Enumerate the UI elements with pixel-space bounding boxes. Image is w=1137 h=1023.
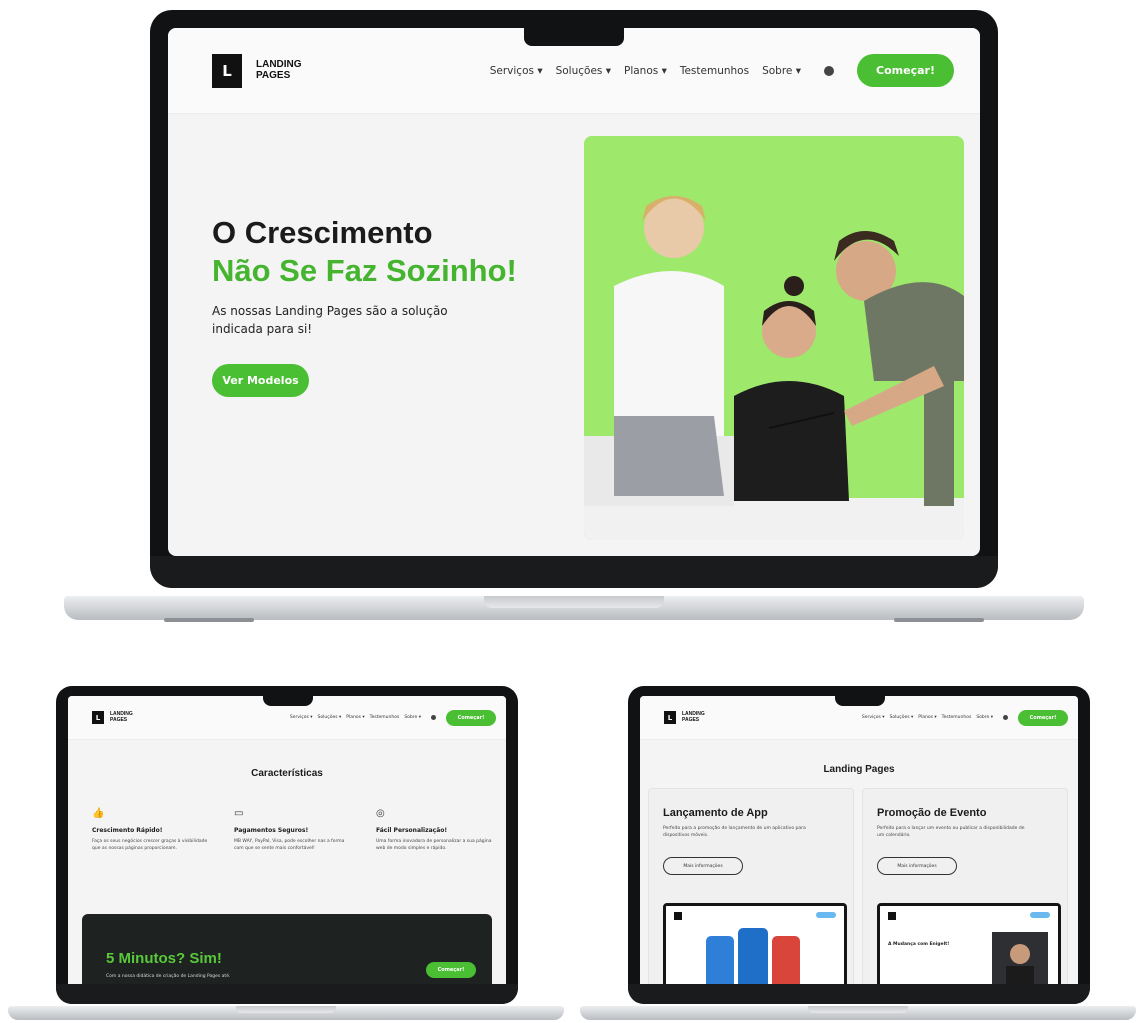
logo-line-2: PAGES	[110, 716, 128, 723]
palette-icon: ◎	[376, 808, 385, 819]
main-nav: Serviços ▾ Soluções ▾ Planos ▾ Testemunh…	[490, 54, 954, 87]
hero-photo	[584, 136, 964, 540]
logo-mark[interactable]: L	[92, 711, 104, 724]
nav-item-planos[interactable]: Planos ▾	[918, 715, 936, 720]
camera-notch	[524, 28, 624, 46]
thumbs-up-icon: 👍	[92, 808, 105, 819]
event-preview-image: A Mudança com Enigelt!	[877, 903, 1061, 992]
promo-start-button[interactable]: Começar!	[426, 962, 476, 978]
team-photo-illustration	[584, 136, 964, 540]
credit-card-icon: ▭	[234, 808, 244, 819]
landing-pages-title: Landing Pages	[823, 764, 895, 775]
logo-text[interactable]: LANDING PAGES	[682, 711, 705, 723]
landing-page-card: Lançamento de App Perfeito para a promoç…	[648, 788, 854, 992]
promo-desc: Com a nossa didática de criação de Landi…	[106, 974, 231, 979]
nav-item-sobre[interactable]: Sobre ▾	[762, 65, 801, 77]
large-laptop-mockup: L LANDING PAGES Serviços ▾ Soluções ▾ Pl…	[64, 10, 1084, 630]
nav-item-solucoes[interactable]: Soluções ▾	[556, 65, 611, 77]
nav-item-servicos[interactable]: Serviços ▾	[490, 65, 543, 77]
feature-card: ◎ Fácil Personalização! Uma forma inovad…	[376, 808, 496, 852]
nav-item-solucoes[interactable]: Soluções ▾	[890, 715, 914, 720]
hero-subtitle: As nossas Landing Pages são a solução in…	[212, 304, 448, 336]
view-models-button[interactable]: Ver Modelos	[212, 364, 309, 397]
logo-text[interactable]: LANDING PAGES	[256, 59, 302, 81]
nav-item-solucoes[interactable]: Soluções ▾	[318, 715, 342, 720]
start-button[interactable]: Começar!	[446, 709, 496, 726]
card-desc: Perfeito para a promoção de lançamento d…	[663, 826, 806, 838]
nav-item-planos[interactable]: Planos ▾	[346, 715, 364, 720]
small-laptop-landing-pages: L LANDING PAGES Serviços ▾ Soluções ▾ Pl…	[580, 686, 1136, 1020]
hero-title-line-1: O Crescimento	[212, 215, 433, 250]
event-preview-text: A Mudança com Enigelt!	[888, 942, 950, 947]
globe-icon[interactable]	[824, 65, 834, 76]
feature-title: Fácil Personalização!	[376, 827, 448, 834]
globe-icon[interactable]	[1003, 715, 1008, 720]
globe-icon[interactable]	[431, 715, 436, 720]
more-info-button[interactable]: Mais informações	[663, 857, 743, 875]
start-button[interactable]: Começar!	[857, 54, 954, 87]
nav-item-sobre[interactable]: Sobre ▾	[976, 715, 993, 720]
large-laptop-screen: L LANDING PAGES Serviços ▾ Soluções ▾ Pl…	[168, 28, 980, 556]
features-title: Características	[251, 768, 323, 779]
card-title: Promoção de Evento	[877, 807, 987, 819]
nav-item-sobre[interactable]: Sobre ▾	[404, 715, 421, 720]
feature-desc: MB WAY, PayPal, Visa, pode escolher nas …	[234, 839, 345, 851]
hero-title-line-2: Não Se Faz Sozinho!	[212, 253, 517, 288]
start-button[interactable]: Começar!	[1018, 709, 1068, 726]
card-desc: Perfeito para o lançar um evento ou publ…	[877, 826, 1025, 838]
promo-banner: 5 Minutos? Sim! Com a nossa didática de …	[82, 914, 492, 992]
promo-title: 5 Minutos? Sim!	[106, 950, 222, 967]
feature-title: Pagamentos Seguros!	[234, 827, 309, 834]
feature-desc: Faça os seus negócios crescer graças à v…	[92, 839, 208, 851]
feature-card: 👍 Crescimento Rápido! Faça os seus negóc…	[92, 808, 212, 852]
logo-line-2: PAGES	[256, 69, 291, 81]
app-preview-image	[663, 903, 847, 992]
more-info-button[interactable]: Mais informações	[877, 857, 957, 875]
main-nav: Serviços ▾ Soluções ▾ Planos ▾ Testemunh…	[862, 709, 1068, 726]
logo-mark[interactable]: L	[664, 711, 676, 724]
main-nav: Serviços ▾ Soluções ▾ Planos ▾ Testemunh…	[290, 709, 496, 726]
hero-text: O Crescimento Não Se Faz Sozinho! As nos…	[212, 214, 572, 397]
nav-item-servicos[interactable]: Serviços ▾	[862, 715, 885, 720]
logo-line-1: LANDING	[256, 59, 302, 70]
small-laptop-features: L LANDING PAGES Serviços ▾ Soluções ▾ Pl…	[8, 686, 564, 1020]
nav-item-planos[interactable]: Planos ▾	[624, 65, 667, 77]
landing-page-card: Promoção de Evento Perfeito para o lança…	[862, 788, 1068, 992]
logo-mark[interactable]: L	[212, 53, 242, 88]
device-mockup-scene: L LANDING PAGES Serviços ▾ Soluções ▾ Pl…	[0, 0, 1137, 1023]
feature-desc: Uma forma inovadora de personalizar a su…	[376, 839, 492, 851]
feature-card: ▭ Pagamentos Seguros! MB WAY, PayPal, Vi…	[234, 808, 354, 852]
card-title: Lançamento de App	[663, 807, 768, 819]
logo-text[interactable]: LANDING PAGES	[110, 711, 133, 723]
nav-item-testemunhos[interactable]: Testemunhos	[680, 65, 749, 77]
logo-line-2: PAGES	[682, 716, 700, 723]
feature-title: Crescimento Rápido!	[92, 827, 163, 834]
nav-item-testemunhos[interactable]: Testemunhos	[942, 715, 972, 720]
nav-item-testemunhos[interactable]: Testemunhos	[370, 715, 400, 720]
nav-item-servicos[interactable]: Serviços ▾	[290, 715, 313, 720]
